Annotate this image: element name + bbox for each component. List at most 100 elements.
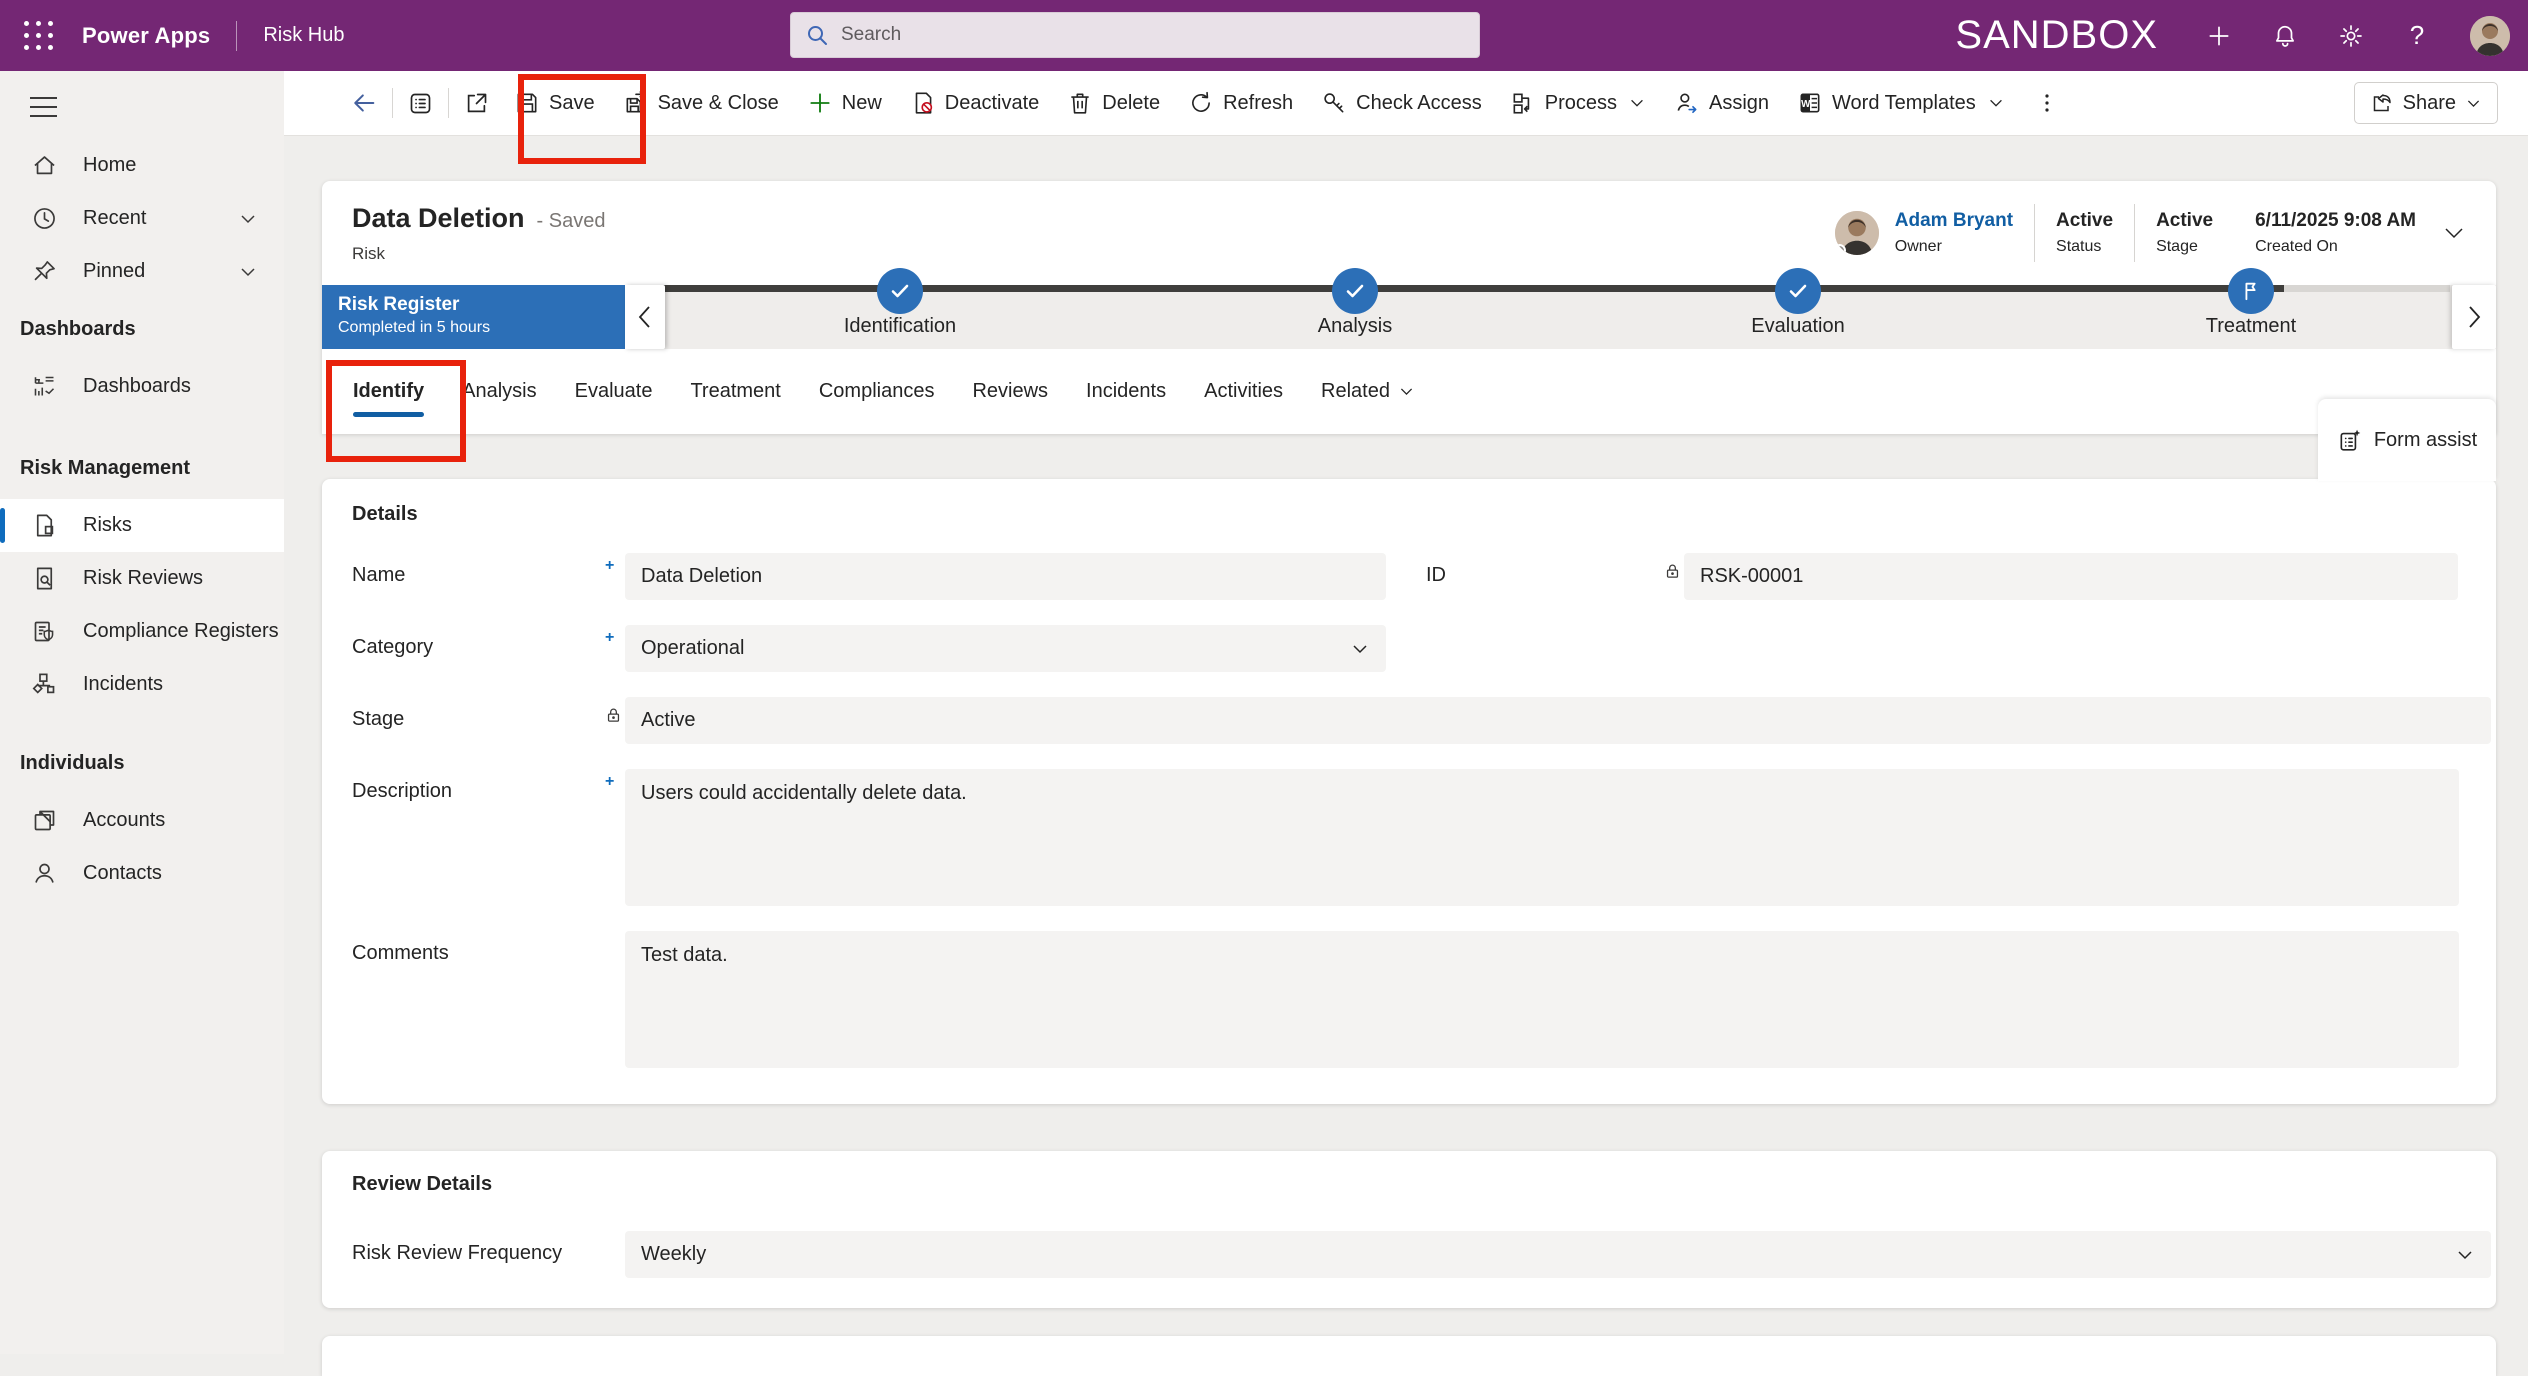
sidebar-group-risk-management: Risk Management [0,449,284,487]
next-section-card [322,1336,2496,1376]
name-field-input[interactable]: Data Deletion [625,553,1386,600]
environment-name: SANDBOX [1955,13,2158,58]
key-icon [1321,90,1347,116]
more-commands-button[interactable] [2019,81,2075,125]
tab-activities[interactable]: Activities [1185,349,1302,434]
sidebar-item-risk-reviews[interactable]: Risk Reviews [0,552,284,605]
category-field-select[interactable]: Operational [625,625,1386,672]
main-region: Save Save & Close New Deactivate Delete [284,71,2528,1354]
waffle-menu-icon[interactable] [24,21,54,51]
stage-field-label: Stage [352,697,605,731]
back-button[interactable] [340,81,388,125]
form-assist-icon [2337,427,2363,453]
bpf-active-stage-box[interactable]: Risk Register Completed in 5 hours [322,285,625,349]
chevron-down-icon [1350,639,1370,659]
tab-evaluate[interactable]: Evaluate [556,349,672,434]
bpf-stage-treatment[interactable] [2228,268,2274,314]
bpf-stage-evaluation[interactable] [1775,268,1821,314]
clipboard-shield-icon [31,618,58,645]
bpf-stage-label[interactable]: Treatment [2206,315,2296,338]
description-field-textarea[interactable]: Users could accidentally delete data. [625,769,2459,906]
stage-field-input[interactable]: Active [625,697,2491,744]
bpf-stage-label[interactable]: Identification [844,315,956,338]
bpf-stage-identification[interactable] [877,268,923,314]
sidebar-item-recent[interactable]: Recent [0,192,284,245]
form-assist-button[interactable]: Form assist [2318,399,2496,481]
save-close-icon [623,90,649,116]
save-button[interactable]: Save [500,81,609,125]
new-button[interactable]: New [793,81,896,125]
risk-review-frequency-label: Risk Review Frequency [352,1231,605,1265]
sidebar-item-risks[interactable]: Risks [0,499,284,552]
sidebar-item-dashboards[interactable]: Dashboards [0,360,284,413]
clock-icon [31,205,58,232]
search-icon [805,23,829,47]
created-on-value: 6/11/2025 9:08 AM [2255,210,2416,232]
site-map-sidebar: Home Recent Pinned Dashboards Dashboards [0,71,284,1354]
chevron-down-icon [1398,383,1415,400]
open-in-new-window-button[interactable] [453,81,500,125]
header-chevron-down-icon[interactable] [2442,221,2466,245]
owner-link[interactable]: Adam Bryant [1895,210,2013,232]
notifications-bell-icon[interactable] [2272,23,2298,49]
sidebar-item-compliance-registers[interactable]: Compliance Registers [0,605,284,658]
tab-compliances[interactable]: Compliances [800,349,954,434]
assign-button[interactable]: Assign [1660,81,1783,125]
chevron-down-icon[interactable] [238,209,258,229]
check-access-button[interactable]: Check Access [1307,81,1496,125]
word-templates-button[interactable]: W Word Templates [1783,81,2019,125]
global-search[interactable] [790,12,1480,58]
divider [448,88,449,118]
accounts-icon [31,807,58,834]
search-input[interactable] [841,24,1401,46]
tab-related[interactable]: Related [1302,349,1434,434]
person-icon [31,860,58,887]
bpf-stage-label[interactable]: Analysis [1318,315,1392,338]
top-app-bar: Power Apps Risk Hub SANDBOX ? [0,0,2528,71]
tab-analysis[interactable]: Analysis [443,349,555,434]
lock-icon [605,697,625,724]
app-area-name[interactable]: Risk Hub [263,24,344,47]
delete-button[interactable]: Delete [1053,81,1174,125]
bpf-collapse-chevron-left[interactable] [625,285,665,349]
review-details-section-card: Review Details Risk Review Frequency Wee… [322,1151,2496,1308]
owner-label: Owner [1895,238,2013,256]
tab-treatment[interactable]: Treatment [671,349,799,434]
lock-icon [1664,553,1684,580]
bpf-stage-label[interactable]: Evaluation [1751,315,1844,338]
bpf-stage-analysis[interactable] [1332,268,1378,314]
add-icon[interactable] [2206,23,2232,49]
id-field-input[interactable]: RSK-00001 [1684,553,2458,600]
sidebar-item-accounts[interactable]: Accounts [0,794,284,847]
user-avatar[interactable] [2470,16,2510,56]
flow-nodes-icon [31,671,58,698]
tab-incidents[interactable]: Incidents [1067,349,1185,434]
process-flow-icon [1510,90,1536,116]
process-button[interactable]: Process [1496,81,1660,125]
risk-review-frequency-select[interactable]: Weekly [625,1231,2491,1278]
sidebar-item-incidents[interactable]: Incidents [0,658,284,711]
sidebar-item-home[interactable]: Home [0,139,284,192]
sidebar-item-contacts[interactable]: Contacts [0,847,284,900]
tab-identify[interactable]: Identify [334,349,443,434]
hamburger-menu-icon[interactable] [30,97,284,117]
tab-reviews[interactable]: Reviews [953,349,1067,434]
share-button[interactable]: Share [2354,82,2498,124]
settings-gear-icon[interactable] [2338,23,2364,49]
review-details-heading: Review Details [352,1173,2496,1196]
deactivate-icon [910,90,936,116]
chevron-down-icon[interactable] [238,262,258,282]
deactivate-button[interactable]: Deactivate [896,81,1054,125]
sidebar-group-dashboards: Dashboards [0,310,284,348]
refresh-button[interactable]: Refresh [1174,81,1307,125]
stage-label: Stage [2156,238,2213,256]
title-divider [236,21,237,51]
sidebar-item-pinned[interactable]: Pinned [0,245,284,298]
owner-avatar[interactable] [1835,211,1879,255]
tab-navigator-button[interactable] [397,81,444,125]
comments-field-textarea[interactable]: Test data. [625,931,2459,1068]
save-and-close-button[interactable]: Save & Close [609,81,793,125]
description-field-label: Description [352,769,605,803]
help-icon[interactable]: ? [2404,23,2430,49]
bpf-next-chevron-right[interactable] [2452,285,2496,349]
